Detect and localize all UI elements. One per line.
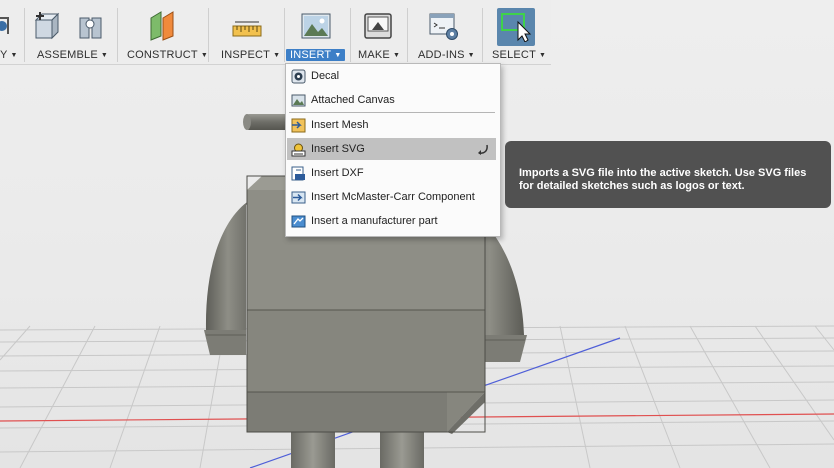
menu-item-label: Insert a manufacturer part	[311, 215, 438, 227]
menu-item-label: Insert McMaster-Carr Component	[311, 191, 475, 203]
insert-image-icon	[301, 13, 331, 39]
canvas-image-icon	[291, 94, 306, 107]
insert-dropdown-menu: Decal Attached Canvas Insert Mesh Insert…	[285, 63, 501, 237]
decal-icon	[291, 69, 306, 84]
menu-item-insert-manufacturer-part[interactable]: Insert a manufacturer part	[287, 210, 496, 232]
toolbar-separator	[350, 8, 351, 62]
toolbar-separator	[208, 8, 209, 62]
menu-item-attached-canvas[interactable]: Attached Canvas	[287, 89, 496, 111]
insert-mesh-icon	[291, 118, 306, 133]
select-cursor-icon	[501, 13, 532, 42]
left-leg	[291, 430, 335, 468]
toolbar-label-make: MAKE ▼	[358, 49, 401, 61]
toolbar-separator	[284, 8, 285, 62]
toolbar-group-insert[interactable]: INSERT ▼	[286, 0, 348, 64]
toolbar-label-inspect: INSPECT ▼	[221, 49, 281, 61]
toolbar-group-select[interactable]: SELECT ▼	[486, 0, 548, 64]
left-arm	[204, 200, 250, 355]
command-tooltip: Imports a SVG file into the active sketc…	[505, 141, 831, 208]
scripts-gear-icon	[429, 13, 458, 40]
toolbar-group-make[interactable]: MAKE ▼	[354, 0, 404, 64]
toolbar-separator	[117, 8, 118, 62]
menu-item-insert-mcmaster-carr[interactable]: Insert McMaster-Carr Component	[287, 186, 496, 208]
menu-item-label: Attached Canvas	[311, 94, 395, 106]
toolbar-label-assemble: ASSEMBLE ▼	[37, 49, 109, 61]
menu-item-label: Insert Mesh	[311, 119, 369, 131]
menu-item-label: Insert DXF	[311, 167, 364, 179]
menu-item-label: Decal	[311, 70, 340, 82]
toolbar-separator	[407, 8, 408, 62]
toolbar-separator	[24, 8, 25, 62]
insert-svg-icon	[291, 143, 306, 157]
curved-arrow-icon[interactable]	[477, 143, 490, 156]
mcmaster-carr-icon	[291, 191, 306, 204]
3d-print-icon	[364, 13, 392, 39]
manufacturer-part-icon	[291, 215, 306, 228]
toolbar-group-inspect[interactable]: INSPECT ▼	[214, 0, 282, 64]
new-component-icon	[34, 12, 60, 40]
toolbar-label-partial: Y ▼	[0, 49, 18, 61]
insert-dxf-icon	[291, 166, 305, 181]
toolbar-label-select: SELECT ▼	[492, 49, 547, 61]
toolbar-label-addins: ADD-INS ▼	[418, 49, 475, 61]
toolbar-group-partial[interactable]: Y ▼	[0, 0, 18, 64]
menu-item-label: Insert SVG	[311, 143, 365, 155]
menu-item-insert-dxf[interactable]: Insert DXF	[287, 162, 496, 184]
toolbar-group-addins[interactable]: ADD-INS ▼	[412, 0, 476, 64]
joint-icon	[79, 17, 102, 39]
toolbar-separator	[482, 8, 483, 62]
measure-ruler-icon	[232, 21, 262, 37]
menu-item-insert-svg[interactable]: Insert SVG	[287, 138, 496, 160]
construct-plane-icon	[150, 11, 174, 41]
toolbar-group-construct[interactable]: CONSTRUCT ▼	[123, 0, 208, 64]
main-toolbar: Y ▼ ASSEMBLE ▼ CONSTRUCT ▼ INSPECT ▼ INS…	[0, 0, 551, 65]
toolbar-label-construct: CONSTRUCT ▼	[127, 49, 208, 61]
tooltip-text: Imports a SVG file into the active sketc…	[519, 167, 807, 192]
toolbar-group-assemble[interactable]: ASSEMBLE ▼	[30, 0, 110, 64]
sketch-icon	[0, 17, 9, 34]
toolbar-label-insert: INSERT ▼	[286, 48, 346, 62]
menu-separator	[289, 112, 495, 113]
menu-item-insert-mesh[interactable]: Insert Mesh	[287, 114, 496, 136]
menu-item-decal[interactable]: Decal	[287, 65, 496, 87]
right-leg	[380, 430, 424, 468]
